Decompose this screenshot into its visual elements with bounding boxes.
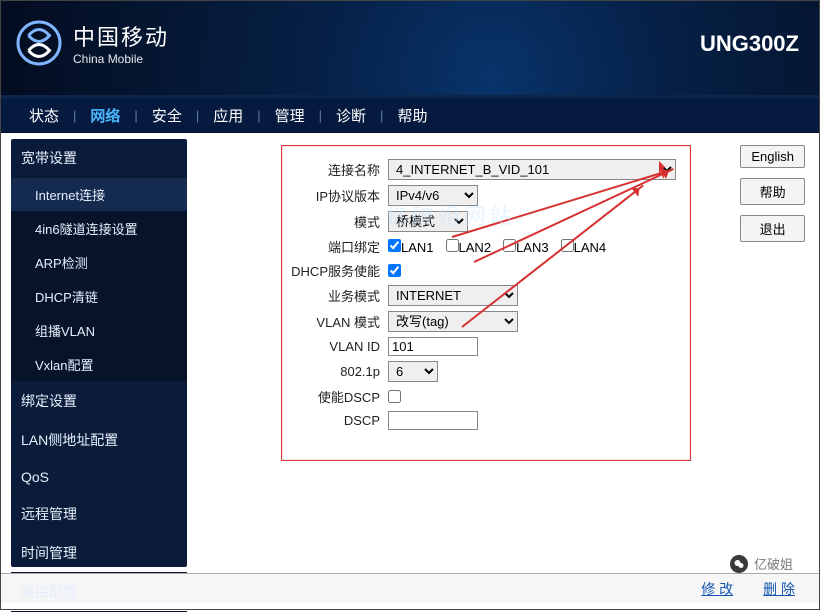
label-vlan-id: VLAN ID xyxy=(290,339,380,354)
sidebar-item-vxlan[interactable]: Vxlan配置 xyxy=(11,348,187,382)
main-area: 连接名称 4_INTERNET_B_VID_101 IP协议版本 IPv4/v6… xyxy=(197,139,809,567)
sidebar-cat-remote[interactable]: 远程管理 xyxy=(11,495,187,534)
port-lan4-label: LAN4 xyxy=(574,240,607,255)
sidebar-item-internet[interactable]: Internet连接 xyxy=(11,178,187,212)
sidebar-cat-route[interactable]: 路由配置 xyxy=(11,573,187,612)
vlan-id-input[interactable] xyxy=(388,337,478,356)
label-port-bind: 端口绑定 xyxy=(290,237,380,256)
conn-name-select[interactable]: 4_INTERNET_B_VID_101 xyxy=(388,159,676,180)
label-ip-ver: IP协议版本 xyxy=(290,186,380,205)
label-dscp-en: 使能DSCP xyxy=(290,387,380,406)
english-button[interactable]: English xyxy=(740,145,805,168)
sidebar-item-dhcp-clear[interactable]: DHCP清链 xyxy=(11,280,187,314)
exit-button[interactable]: 退出 xyxy=(740,215,805,242)
label-dscp: DSCP xyxy=(290,413,380,428)
side-buttons: English 帮助 退出 xyxy=(740,145,805,242)
model-label: UNG300Z xyxy=(700,31,799,57)
brand-cn: 中国移动 xyxy=(73,20,169,52)
ip-ver-select[interactable]: IPv4/v6 xyxy=(388,185,478,206)
settings-panel: 连接名称 4_INTERNET_B_VID_101 IP协议版本 IPv4/v6… xyxy=(281,145,691,461)
brand-block: 中国移动 China Mobile xyxy=(15,19,169,67)
credit-text: 亿破姐 xyxy=(754,554,793,573)
label-vlan-mode: VLAN 模式 xyxy=(290,312,380,331)
sidebar-cat-lan[interactable]: LAN侧地址配置 xyxy=(11,421,187,460)
nav-diagnose[interactable]: 诊断 xyxy=(322,105,380,126)
nav-network[interactable]: 网络 xyxy=(76,105,134,126)
sidebar-cat-qos[interactable]: QoS xyxy=(11,460,187,495)
vlan-mode-select[interactable]: 改写(tag) xyxy=(388,311,518,332)
label-dhcp-en: DHCP服务使能 xyxy=(290,261,380,280)
sidebar-item-multicast-vlan[interactable]: 组播VLAN xyxy=(11,314,187,348)
wechat-icon xyxy=(730,555,748,573)
sidebar-cat-broadband[interactable]: 宽带设置 xyxy=(11,139,187,178)
app-header: 中国移动 China Mobile UNG300Z xyxy=(1,1,819,97)
sidebar-cat-time[interactable]: 时间管理 xyxy=(11,534,187,573)
port-lan2-label: LAN2 xyxy=(459,240,492,255)
sidebar: 宽带设置 Internet连接 4in6隧道连接设置 ARP检测 DHCP清链 … xyxy=(11,139,187,567)
nav-help[interactable]: 帮助 xyxy=(383,105,441,126)
sidebar-cat-binding[interactable]: 绑定设置 xyxy=(11,382,187,421)
port-lan1-label: LAN1 xyxy=(401,240,434,255)
port-lan2-checkbox[interactable] xyxy=(446,239,459,252)
label-svc-mode: 业务模式 xyxy=(290,286,380,305)
help-button[interactable]: 帮助 xyxy=(740,178,805,205)
save-button[interactable]: 修 改 xyxy=(701,579,733,599)
port-lan3-label: LAN3 xyxy=(516,240,549,255)
mode-select[interactable]: 桥模式 xyxy=(388,211,468,232)
label-8021p: 802.1p xyxy=(290,364,380,379)
brand-en: China Mobile xyxy=(73,52,169,66)
nav-manage[interactable]: 管理 xyxy=(261,105,319,126)
china-mobile-logo-icon xyxy=(15,19,63,67)
sidebar-item-4in6[interactable]: 4in6隧道连接设置 xyxy=(11,212,187,246)
dhcp-enable-checkbox[interactable] xyxy=(388,264,401,277)
label-mode: 模式 xyxy=(290,212,380,231)
8021p-select[interactable]: 6 xyxy=(388,361,438,382)
nav-security[interactable]: 安全 xyxy=(138,105,196,126)
nav-app[interactable]: 应用 xyxy=(199,105,257,126)
credit-badge: 亿破姐 xyxy=(730,554,793,573)
label-conn-name: 连接名称 xyxy=(290,160,380,179)
dscp-enable-checkbox[interactable] xyxy=(388,390,401,403)
port-lan1-checkbox[interactable] xyxy=(388,239,401,252)
nav-status[interactable]: 状态 xyxy=(15,105,73,126)
main-nav: 状态| 网络| 安全| 应用| 管理| 诊断| 帮助 xyxy=(1,97,819,133)
brand-text: 中国移动 China Mobile xyxy=(73,20,169,66)
dscp-input[interactable] xyxy=(388,411,478,430)
sidebar-item-arp[interactable]: ARP检测 xyxy=(11,246,187,280)
delete-button[interactable]: 删 除 xyxy=(763,579,795,599)
